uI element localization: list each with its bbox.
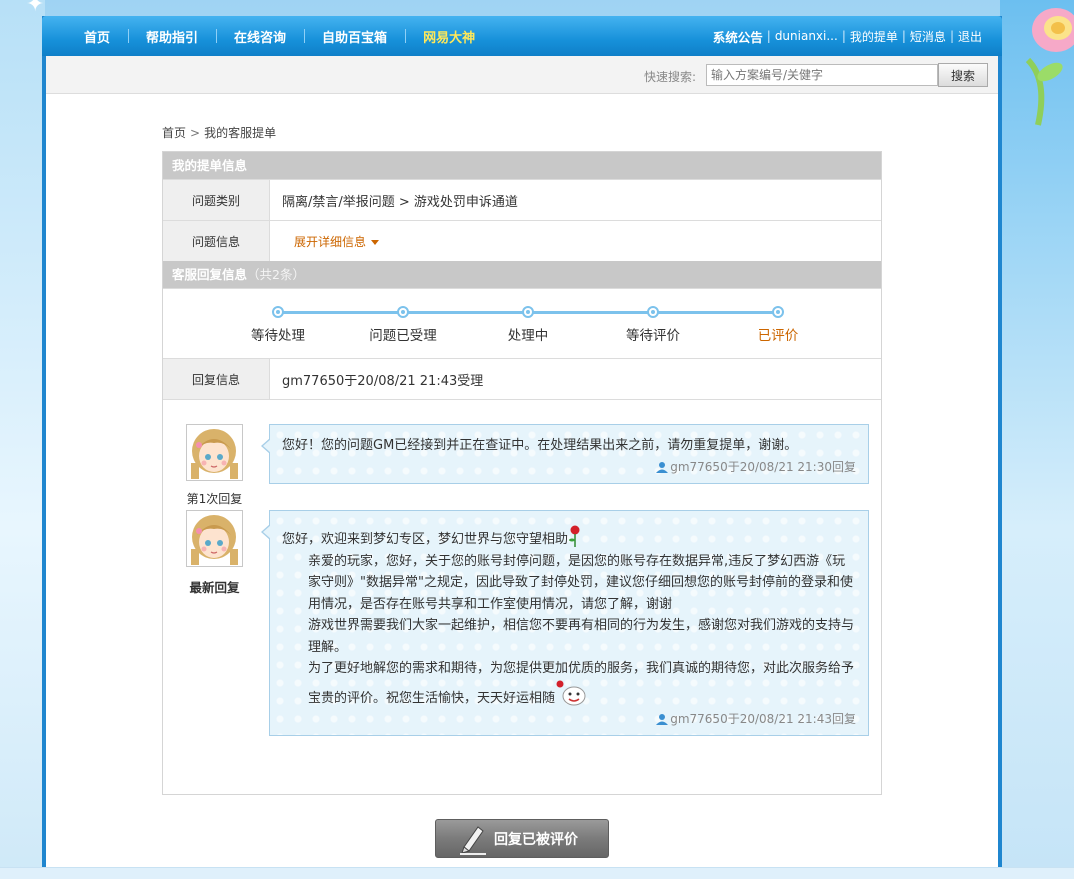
separator: |: [901, 29, 906, 43]
breadcrumb: 首页 > 我的客服提单: [162, 124, 276, 141]
top-navigation: 首页 帮助指引 在线咨询 自助百宝箱 网易大神 系统公告 | dunianxi.…: [42, 16, 1002, 56]
background-right: [1000, 0, 1074, 879]
ticket-panel: 我的提单信息 问题类别 隔离/禁言/举报问题 > 游戏处罚申诉通道 问题信息 展…: [162, 151, 882, 795]
reply-count: （共2条）: [247, 267, 305, 282]
reply-greeting: 您好，欢迎来到梦幻专区，梦幻世界与您守望相助: [282, 532, 569, 547]
reply-text: 您好！您的问题GM已经接到并正在查证中。在处理结果出来之前，请勿重复提单，谢谢。: [282, 438, 798, 453]
nav-item-online-consult[interactable]: 在线咨询: [216, 27, 304, 46]
reply-bubble: 您好，欢迎来到梦幻专区，梦幻世界与您守望相助 亲爱的玩家，您好，关于您的账号封停…: [261, 510, 869, 736]
expand-details-label: 展开详细信息: [294, 234, 367, 249]
step-dot-icon: [397, 306, 409, 318]
reply-section-title: 客服回复信息: [172, 267, 248, 282]
user-icon: [656, 462, 669, 473]
search-label: 快速搜索:: [644, 70, 697, 84]
reply-paragraph: 亲爱的玩家，您好，关于您的账号封停问题，是因您的账号存在数据异常,违反了梦幻西游…: [308, 553, 853, 612]
reply-meta: gm77650于20/08/21 21:30回复: [282, 459, 856, 475]
search-bar: 快速搜索: 搜索: [46, 56, 998, 94]
ticket-section-title: 我的提单信息: [172, 158, 248, 173]
caret-down-icon: [371, 239, 380, 245]
separator: |: [766, 29, 771, 43]
nav-item-home[interactable]: 首页: [78, 27, 128, 46]
info-cell: 展开详细信息: [270, 221, 881, 261]
reply-list: 第1次回复 您好！您的问题GM已经接到并正在查证中。在处理结果出来之前，请勿重复…: [163, 399, 881, 794]
search-button[interactable]: 搜索: [938, 63, 988, 87]
step-dot-icon: [522, 306, 534, 318]
avatar: [186, 424, 243, 481]
background-left: [0, 0, 45, 879]
search-input[interactable]: [706, 64, 938, 86]
nav-user-links: 系统公告 | dunianxi... | 我的提单 | 短消息 | 退出: [713, 16, 982, 56]
info-label: 问题信息: [163, 221, 270, 261]
breadcrumb-home[interactable]: 首页: [162, 126, 186, 140]
rated-button-label: 回复已被评价: [494, 831, 578, 848]
breadcrumb-current: 我的客服提单: [204, 126, 277, 140]
reply-info-value: gm77650于20/08/21 21:43受理: [282, 373, 484, 389]
pen-icon: [460, 825, 486, 855]
ticket-section-header: 我的提单信息: [163, 152, 881, 179]
user-icon: [656, 714, 669, 725]
expand-details-link[interactable]: 展开详细信息: [282, 233, 380, 250]
step-dot-icon: [647, 306, 659, 318]
reply-info-label: 回复信息: [163, 359, 270, 399]
reply-meta: gm77650于20/08/21 21:43回复: [282, 711, 856, 727]
username-link[interactable]: dunianxi...: [775, 29, 838, 43]
step-dot-icon: [772, 306, 784, 318]
reply-paragraph: 游戏世界需要我们大家一起维护，相信您不要再有相同的行为发生，感谢您对我们游戏的支…: [308, 618, 855, 655]
separator: |: [949, 29, 954, 43]
step-dot-icon: [272, 306, 284, 318]
gm-avatar-icon: [187, 425, 242, 480]
smiley-rose-icon: [556, 680, 586, 705]
reply-meta-text: gm77650于20/08/21 21:43回复: [670, 712, 856, 726]
reply-section-header: 客服回复信息（共2条）: [163, 261, 881, 288]
nav-item-toolbox[interactable]: 自助百宝箱: [304, 27, 405, 46]
step-label: 问题已受理: [369, 328, 437, 344]
separator: |: [841, 29, 846, 43]
avatar: [186, 510, 243, 567]
sparkle-icon: ✦: [26, 0, 45, 17]
gm-avatar-icon: [187, 511, 242, 566]
reply-paragraph: 为了更好地解您的需求和期待，为您提供更加优质的服务，我们真诚的期待您，对此次服务…: [282, 658, 856, 709]
nav-menu: 首页 帮助指引 在线咨询 自助百宝箱 网易大神: [78, 16, 493, 56]
category-label: 问题类别: [163, 180, 270, 220]
reply-paragraph: 您好，欢迎来到梦幻专区，梦幻世界与您守望相助: [282, 525, 856, 551]
reply-bubble: 您好！您的问题GM已经接到并正在查证中。在处理结果出来之前，请勿重复提单，谢谢。…: [261, 424, 869, 484]
reply-meta-text: gm77650于20/08/21 21:30回复: [670, 460, 856, 474]
breadcrumb-arrow: >: [190, 126, 201, 140]
logout-link[interactable]: 退出: [958, 28, 982, 45]
reply-info-row: 回复信息 gm77650于20/08/21 21:43受理: [163, 358, 881, 399]
category-value: 隔离/禁言/举报问题 > 游戏处罚申诉通道: [282, 194, 518, 210]
step-label: 等待评价: [626, 328, 680, 344]
messages-link[interactable]: 短消息: [910, 28, 946, 45]
bottom-strip: [0, 867, 1074, 879]
main-container: 首页 帮助指引 在线咨询 自助百宝箱 网易大神 系统公告 | dunianxi.…: [42, 16, 1002, 867]
progress-steps: 等待处理 问题已受理 处理中 等待评价 已评价: [163, 288, 881, 358]
nav-item-help[interactable]: 帮助指引: [128, 27, 216, 46]
info-row: 问题信息 展开详细信息: [163, 220, 881, 261]
rose-icon: [569, 525, 580, 547]
step-label: 已评价: [757, 328, 799, 344]
step-label: 等待处理: [251, 328, 305, 344]
category-row: 问题类别 隔离/禁言/举报问题 > 游戏处罚申诉通道: [163, 179, 881, 220]
rated-button[interactable]: 回复已被评价: [435, 819, 609, 858]
nav-item-netease-dashen[interactable]: 网易大神: [405, 27, 493, 46]
system-notice-link[interactable]: 系统公告: [713, 27, 763, 46]
step-label: 处理中: [507, 328, 549, 344]
reply-caption: 第1次回复: [186, 492, 243, 506]
my-tickets-link[interactable]: 我的提单: [850, 28, 898, 45]
reply-caption: 最新回复: [189, 580, 240, 595]
flower-decoration-icon: [1025, 8, 1074, 126]
